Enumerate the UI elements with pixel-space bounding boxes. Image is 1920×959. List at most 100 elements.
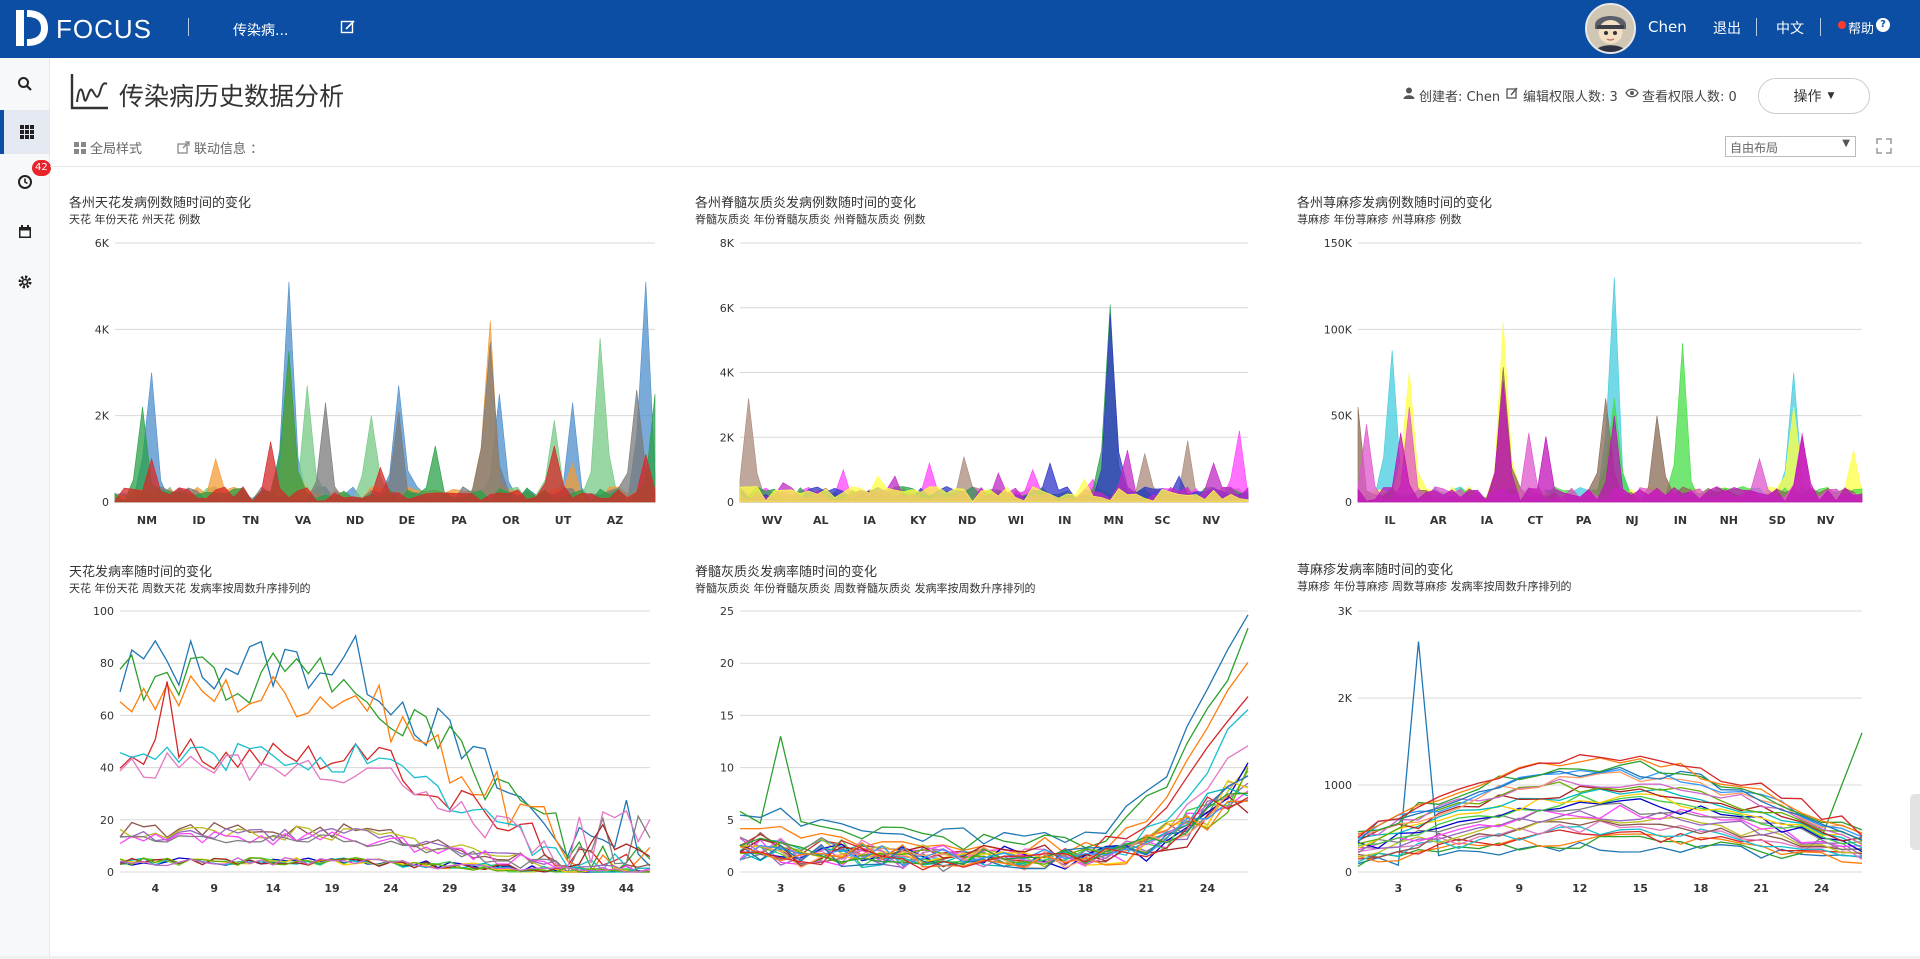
x-tick-label: 14 (265, 882, 281, 895)
x-tick-label: NV (1202, 514, 1220, 527)
y-tick-label: 15 (720, 709, 734, 722)
y-tick-label: 50K (1331, 410, 1353, 423)
y-tick-label: 10 (720, 762, 734, 775)
x-tick-label: 15 (1017, 882, 1032, 895)
x-tick-label: AR (1430, 514, 1448, 527)
x-tick-label: ND (958, 514, 976, 527)
x-tick-label: 44 (619, 882, 635, 895)
y-tick-label: 0 (107, 866, 114, 879)
x-tick-label: IA (1480, 514, 1493, 527)
charts-canvas: 0 2K 4K 6K NM ID TN VA ND DE PA OR UT AZ 0 2K 4K 6K 8K WV AL… (93, 237, 1863, 895)
x-tick-label: KY (910, 514, 928, 527)
x-tick-label: 18 (1078, 882, 1093, 895)
x-tick-label: PA (451, 514, 467, 527)
y-tick-label: 100 (93, 605, 114, 618)
y-tick-label: 5 (727, 814, 734, 827)
chart-1-plot: 0 2K 4K 6K NM ID TN VA ND DE PA OR UT AZ (95, 237, 656, 527)
line-series (739, 627, 1249, 851)
x-tick-label: 3 (777, 882, 785, 895)
y-tick-label: 3K (1338, 605, 1353, 618)
y-tick-label: 150K (1324, 237, 1353, 250)
x-tick-label: IL (1384, 514, 1395, 527)
y-tick-label: 0 (102, 496, 109, 509)
x-tick-label: 6 (1455, 882, 1463, 895)
x-tick-label: NH (1720, 514, 1738, 527)
x-tick-label: SC (1154, 514, 1170, 527)
x-tick-label: 19 (324, 882, 339, 895)
chart-6-plot: 0 1000 2K 3K 3 6 9 12 15 18 21 24 (1324, 605, 1863, 895)
y-tick-label: 0 (727, 866, 734, 879)
y-tick-label: 0 (1345, 866, 1352, 879)
area-series (739, 304, 1249, 503)
x-tick-label: PA (1576, 514, 1592, 527)
x-tick-label: WI (1008, 514, 1024, 527)
x-tick-label: 21 (1754, 882, 1769, 895)
x-tick-label: IA (863, 514, 876, 527)
x-tick-label: 21 (1139, 882, 1154, 895)
line-series (119, 751, 651, 870)
y-tick-label: 0 (1345, 496, 1352, 509)
y-tick-label: 20 (720, 657, 734, 670)
line-series (119, 651, 651, 874)
x-tick-label: TN (243, 514, 260, 527)
y-tick-label: 2K (720, 431, 735, 444)
line-series (739, 614, 1249, 845)
x-tick-label: AL (813, 514, 829, 527)
chart-5-plot: 0 5 10 15 20 25 3 6 9 12 15 18 21 24 (720, 605, 1249, 895)
x-tick-label: DE (399, 514, 416, 527)
area-series (739, 314, 1249, 503)
x-tick-label: AZ (607, 514, 624, 527)
y-tick-label: 80 (100, 657, 114, 670)
y-tick-label: 2K (95, 410, 110, 423)
y-tick-label: 4K (95, 323, 110, 336)
x-tick-label: IN (1058, 514, 1071, 527)
line-series (119, 634, 651, 867)
x-tick-label: IN (1674, 514, 1687, 527)
page-scrollbar[interactable] (1910, 794, 1920, 850)
x-tick-label: UT (555, 514, 572, 527)
x-tick-label: ID (192, 514, 205, 527)
y-tick-label: 1000 (1324, 779, 1352, 792)
x-tick-label: 9 (899, 882, 907, 895)
y-tick-label: 60 (100, 709, 114, 722)
chart-2-plot: 0 2K 4K 6K 8K WV AL IA KY ND WI IN MN SC NV (720, 237, 1249, 527)
x-tick-label: MN (1104, 514, 1124, 527)
x-tick-label: 9 (210, 882, 218, 895)
x-tick-label: 24 (1200, 882, 1216, 895)
x-tick-label: NV (1817, 514, 1835, 527)
x-tick-label: 39 (560, 882, 575, 895)
area-series (114, 320, 656, 503)
x-tick-label: NM (137, 514, 157, 527)
x-tick-label: 3 (1394, 882, 1402, 895)
y-tick-label: 2K (1338, 692, 1353, 705)
y-tick-label: 8K (720, 237, 735, 250)
x-tick-label: CT (1527, 514, 1543, 527)
x-tick-label: ND (346, 514, 364, 527)
chart-4-plot: 0 20 40 60 80 100 4 9 14 19 24 29 34 39 44 (93, 605, 651, 895)
line-series (1357, 833, 1863, 864)
x-tick-label: 18 (1693, 882, 1708, 895)
y-tick-label: 6K (720, 302, 735, 315)
x-tick-label: 12 (1572, 882, 1587, 895)
x-tick-label: NJ (1625, 514, 1638, 527)
x-tick-label: SD (1769, 514, 1786, 527)
x-tick-label: 15 (1633, 882, 1648, 895)
y-tick-label: 0 (727, 496, 734, 509)
x-tick-label: 34 (501, 882, 517, 895)
x-tick-label: 4 (152, 882, 160, 895)
x-tick-label: 29 (442, 882, 457, 895)
y-tick-label: 6K (95, 237, 110, 250)
x-tick-label: OR (502, 514, 520, 527)
x-tick-label: 6 (838, 882, 846, 895)
y-tick-label: 25 (720, 605, 734, 618)
x-tick-label: 9 (1515, 882, 1523, 895)
chart-3-plot: 0 50K 100K 150K IL AR IA CT PA NJ IN NH SD NV (1324, 237, 1863, 527)
x-tick-label: VA (295, 514, 312, 527)
y-tick-label: 40 (100, 762, 114, 775)
y-tick-label: 100K (1324, 323, 1353, 336)
y-tick-label: 20 (100, 814, 114, 827)
x-tick-label: 24 (383, 882, 399, 895)
x-tick-label: 24 (1814, 882, 1830, 895)
line-series (739, 696, 1249, 862)
y-tick-label: 4K (720, 367, 735, 380)
